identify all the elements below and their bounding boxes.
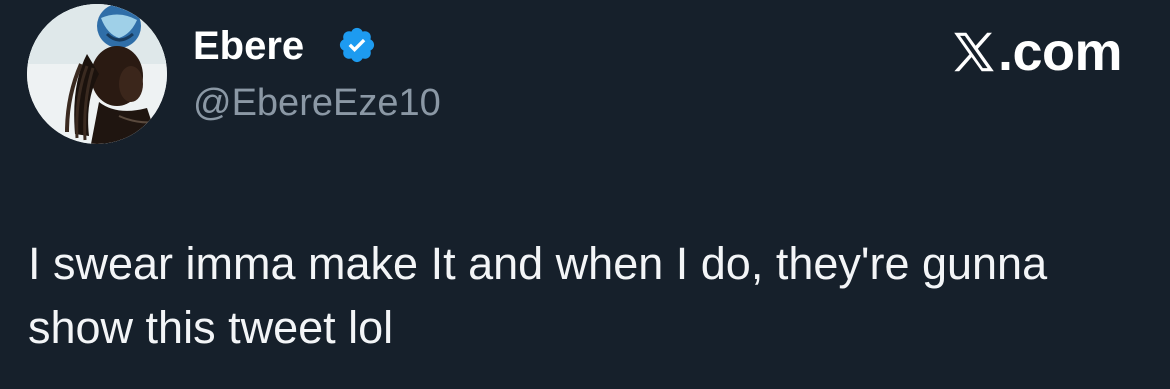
brand-logo: .com [952, 22, 1123, 82]
verified-badge-icon [339, 27, 375, 63]
avatar-photo-icon [27, 4, 167, 144]
tweet-text: I swear imma make It and when I do, they… [28, 238, 1048, 353]
x-logo-icon [954, 32, 994, 72]
author-display-name[interactable]: Ebere [193, 22, 304, 70]
author-handle[interactable]: @EbereEze10 [193, 80, 441, 126]
tweet-card: Ebere @EbereEze10 .com I swear imma make… [0, 0, 1170, 389]
brand-domain-text: .com [997, 22, 1123, 82]
avatar[interactable] [27, 4, 167, 144]
